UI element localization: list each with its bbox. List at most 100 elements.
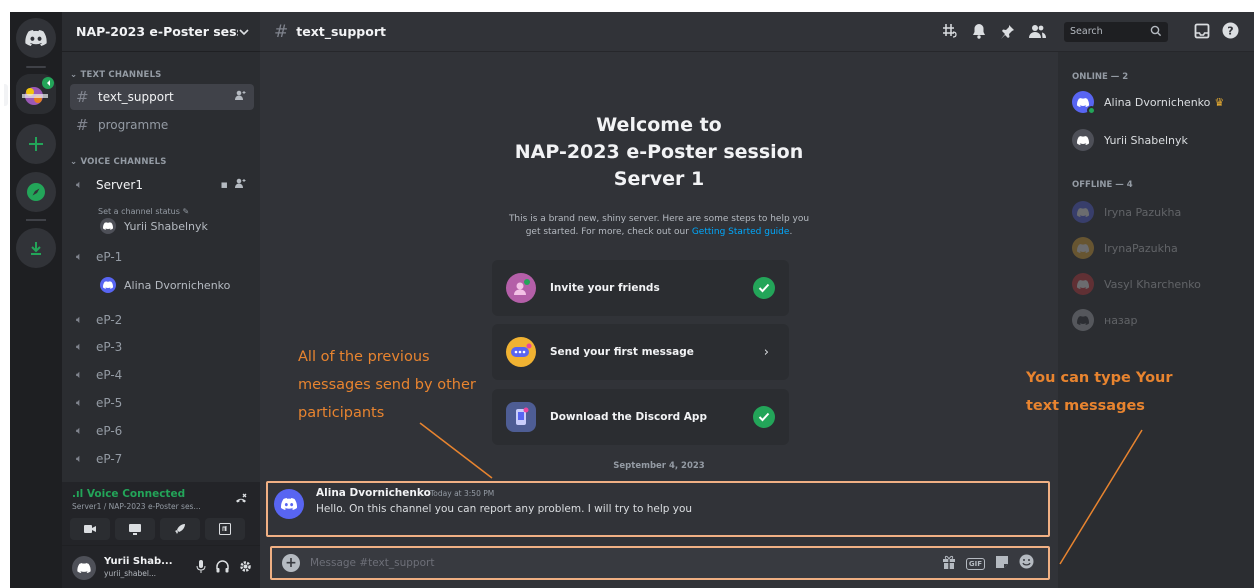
compass-icon	[27, 183, 45, 201]
card-send-first-message[interactable]: Send your first message ›	[492, 324, 789, 380]
search-icon	[1150, 25, 1162, 37]
soundboard-button[interactable]	[205, 518, 245, 540]
voice-user-name: Alina Dvornichenko	[124, 278, 231, 292]
sticker-icon[interactable]	[995, 554, 1009, 573]
voice-channel-ep5[interactable]: 🔈︎ eP-5	[70, 390, 254, 416]
channel-label: programme	[98, 118, 169, 132]
microphone-icon[interactable]	[196, 560, 206, 578]
message-composer: + GIF	[270, 546, 1050, 580]
explore-servers-button[interactable]	[16, 172, 56, 212]
avatar[interactable]	[274, 489, 304, 519]
online-header: ONLINE — 2	[1072, 72, 1129, 82]
discord-logo-icon	[1077, 279, 1089, 289]
server-logo-icon	[16, 74, 56, 114]
member-alina[interactable]: Alina Dvornichenko ♛	[1072, 88, 1224, 116]
voice-channel-ep7[interactable]: 🔈︎ eP-7	[70, 446, 254, 472]
voice-user-alina[interactable]: Alina Dvornichenko	[100, 274, 230, 296]
user-tag: yurii_shabel...	[104, 569, 157, 578]
member-yurii[interactable]: Yurii Shabelnyk	[1072, 126, 1188, 154]
avatar[interactable]	[72, 556, 96, 580]
avatar	[100, 218, 116, 234]
member-list-icon[interactable]	[1029, 23, 1046, 39]
member-irynapazukha[interactable]: IrynaPazukha	[1072, 234, 1178, 262]
help-icon[interactable]: ?	[1222, 22, 1239, 39]
channel-label: eP-6	[96, 424, 123, 438]
bell-icon[interactable]	[972, 23, 986, 39]
guild-header[interactable]: NAP-2023 e-Poster sess...	[62, 12, 260, 52]
voice-channel-ep1[interactable]: 🔈︎ eP-1	[70, 244, 254, 270]
invite-member-icon[interactable]	[234, 178, 246, 191]
camera-button[interactable]	[70, 518, 110, 540]
voice-channel-ep4[interactable]: 🔈︎ eP-4	[70, 362, 254, 388]
speaker-icon: 🔈︎	[76, 313, 83, 326]
inbox-icon[interactable]	[1194, 23, 1210, 39]
member-name: назар	[1104, 313, 1138, 327]
user-name: Yurii Shab...	[104, 556, 173, 567]
message-author[interactable]: Alina Dvornichenko	[316, 487, 431, 499]
category-text-channels[interactable]: ⌄ TEXT CHANNELS	[70, 70, 162, 80]
getting-started-link[interactable]: Getting Started guide	[692, 227, 790, 237]
gif-icon[interactable]: GIF	[965, 557, 985, 570]
chat-bubble-icon[interactable]: ▪	[221, 178, 228, 191]
channel-programme[interactable]: # programme	[70, 112, 254, 138]
rocket-icon	[175, 524, 185, 534]
screen-share-button[interactable]	[115, 518, 155, 540]
emoji-icon[interactable]	[1019, 554, 1034, 573]
discord-window: NAP-2023 e-Poster sess... ⌄ TEXT CHANNEL…	[0, 0, 1254, 588]
chevron-down-icon	[239, 28, 249, 35]
discord-home-button[interactable]	[16, 18, 56, 58]
discord-logo-icon	[103, 222, 113, 230]
online-status-dot	[1087, 106, 1096, 115]
disconnect-icon[interactable]	[234, 492, 248, 510]
voice-user-yurii[interactable]: Yurii Shabelnyk	[100, 215, 208, 237]
chevron-right-icon: ›	[763, 344, 769, 360]
category-voice-channels[interactable]: ⌄ VOICE CHANNELS	[70, 157, 167, 167]
discord-logo-icon	[1077, 315, 1089, 325]
discord-logo-icon	[77, 563, 91, 573]
member-name: IrynaPazukha	[1104, 241, 1178, 255]
headphones-icon[interactable]	[216, 560, 229, 578]
discord-logo-icon	[1077, 135, 1089, 145]
invite-member-icon[interactable]	[234, 90, 246, 100]
channel-header: # text_support	[260, 12, 1058, 52]
discord-logo-icon	[281, 498, 297, 510]
rail-separator	[26, 66, 46, 68]
gift-icon[interactable]	[942, 554, 956, 573]
card-download-app[interactable]: Download the Discord App	[492, 389, 789, 445]
search-input[interactable]: Search	[1064, 22, 1168, 42]
voice-channel-ep3[interactable]: 🔈︎ eP-3	[70, 334, 254, 360]
member-vasyl[interactable]: Vasyl Kharchenko	[1072, 270, 1201, 298]
server-icon-nap2023[interactable]	[16, 74, 56, 114]
voice-connected-location[interactable]: Server1 / NAP-2023 e-Poster ses...	[72, 502, 222, 511]
invite-friends-icon	[506, 273, 536, 303]
message-timestamp: Today at 3:50 PM	[430, 489, 495, 498]
speaker-icon: 🔈︎	[76, 396, 83, 409]
gear-icon[interactable]	[239, 560, 252, 578]
card-invite-friends[interactable]: Invite your friends	[492, 260, 789, 316]
channel-label: eP-1	[96, 250, 123, 264]
speaker-icon: 🔈︎	[76, 340, 83, 353]
add-server-button[interactable]	[16, 124, 56, 164]
channel-label: Server1	[96, 178, 143, 192]
channel-label: eP-5	[96, 396, 123, 410]
voice-channel-server1[interactable]: 🔈︎ Server1 ▪	[70, 172, 254, 198]
channel-label: eP-7	[96, 452, 123, 466]
member-name: Yurii Shabelnyk	[1104, 133, 1188, 147]
message-item[interactable]: Alina Dvornichenko Today at 3:50 PM Hell…	[266, 481, 1050, 537]
annotation-type-messages: You can type Your text messages	[1026, 370, 1173, 414]
member-list: ONLINE — 2 Alina Dvornichenko ♛ Yurii Sh…	[1058, 52, 1254, 588]
download-apps-button[interactable]	[16, 228, 56, 268]
message-input[interactable]	[310, 552, 870, 574]
camera-icon	[84, 525, 96, 533]
pin-icon[interactable]	[1000, 23, 1015, 39]
member-nazar[interactable]: назар	[1072, 306, 1138, 334]
attach-plus-icon[interactable]: +	[282, 554, 300, 572]
signal-bars-icon: .ıl	[72, 488, 87, 500]
channel-label: eP-4	[96, 368, 123, 382]
voice-channel-ep2[interactable]: 🔈︎ eP-2	[70, 307, 254, 333]
activity-button[interactable]	[160, 518, 200, 540]
threads-icon[interactable]	[942, 23, 958, 39]
channel-text-support[interactable]: # text_support	[70, 84, 254, 110]
voice-channel-ep6[interactable]: 🔈︎ eP-6	[70, 418, 254, 444]
member-iryna-pazukha[interactable]: Iryna Pazukha	[1072, 198, 1181, 226]
